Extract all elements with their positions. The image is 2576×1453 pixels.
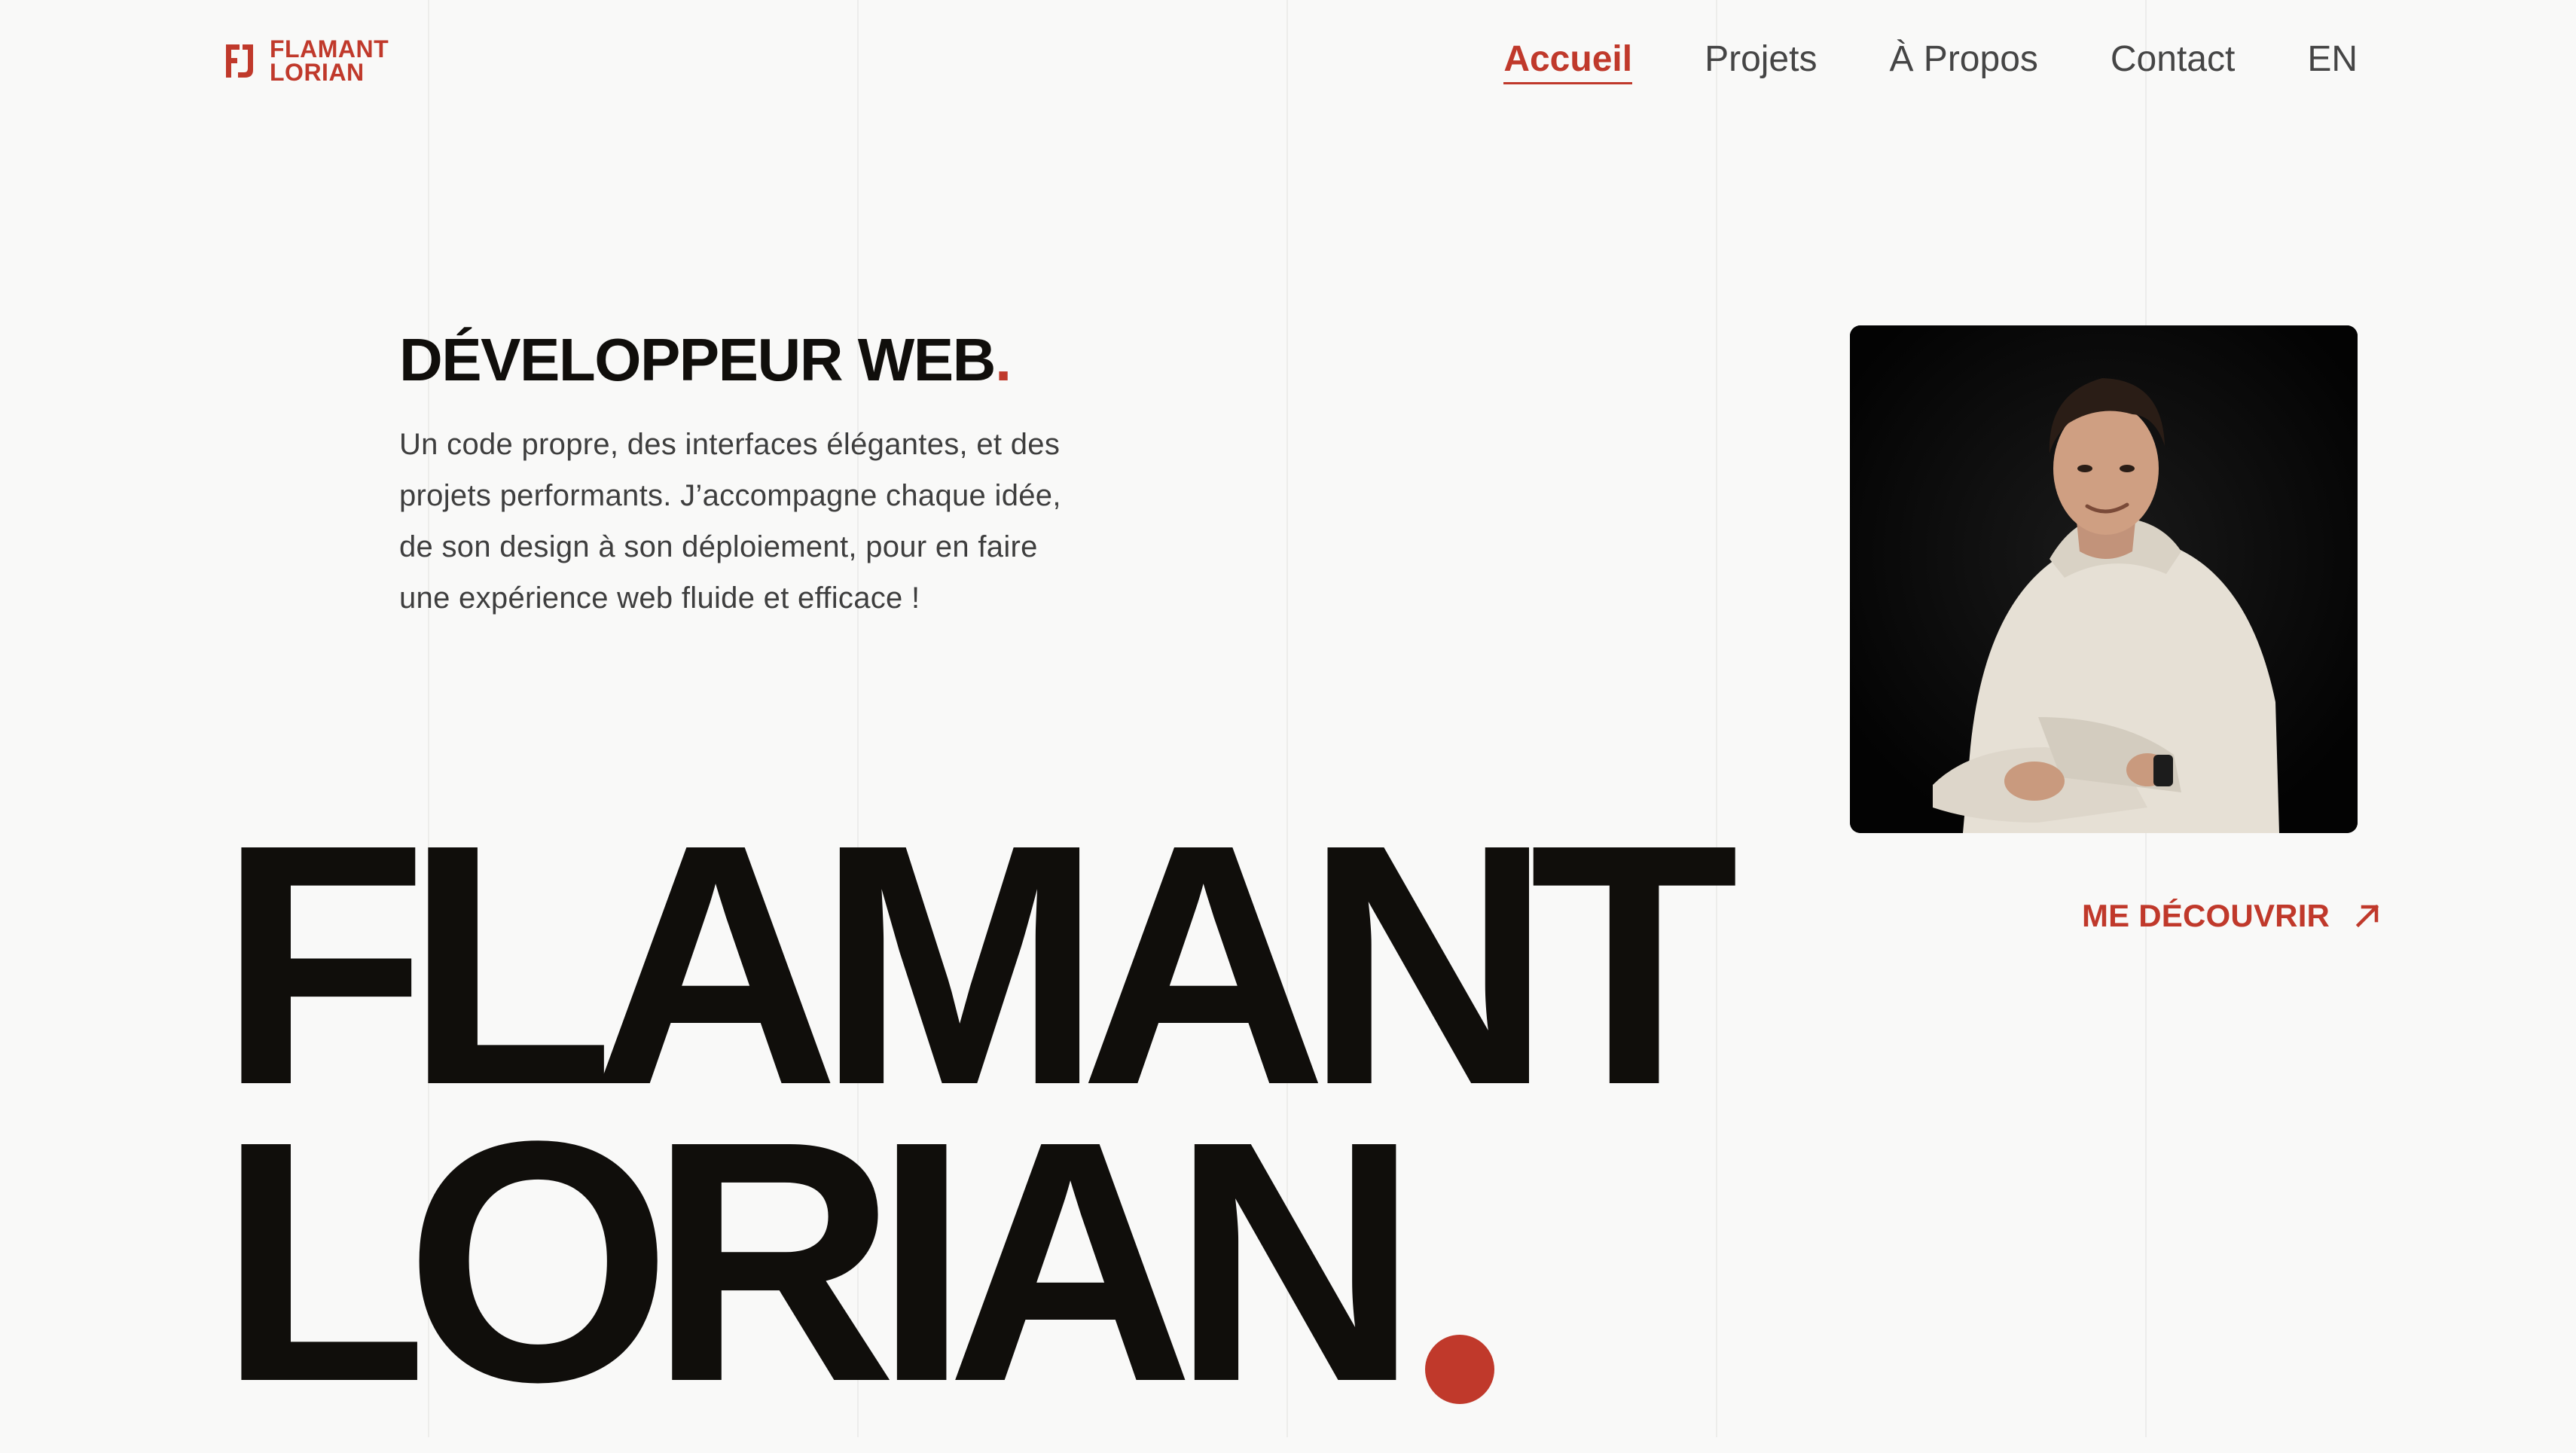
discover-me-label: ME DÉCOUVRIR bbox=[2082, 898, 2330, 933]
grid-line bbox=[1716, 0, 1717, 1437]
nav-item-accueil[interactable]: Accueil bbox=[1503, 35, 1632, 84]
logo-text: FLAMANT LORIAN bbox=[270, 35, 389, 86]
nav-item-a-propos[interactable]: À Propos bbox=[1889, 35, 2037, 84]
main-nav: Accueil Projets À Propos Contact EN bbox=[1503, 35, 2358, 84]
site-logo[interactable]: FLAMANT LORIAN bbox=[223, 35, 389, 86]
hero-name-first: FLAMANT bbox=[218, 774, 1739, 1156]
nav-item-projets[interactable]: Projets bbox=[1705, 35, 1817, 84]
role-text: DÉVELOPPEUR WEB bbox=[399, 326, 996, 393]
intro-paragraph: Un code propre, des interfaces élégantes… bbox=[399, 428, 1061, 615]
hero-name-last: LORIAN bbox=[218, 1070, 1419, 1453]
logo-line-2: LORIAN bbox=[270, 59, 365, 86]
language-switch[interactable]: EN bbox=[2307, 35, 2358, 84]
logo-line-1: FLAMANT bbox=[270, 35, 389, 63]
portrait-photo bbox=[1850, 325, 2358, 833]
role-heading: DÉVELOPPEUR WEB. bbox=[399, 322, 1012, 398]
hero-name-dot bbox=[1425, 1335, 1494, 1404]
portrait-illustration bbox=[1850, 325, 2358, 833]
arrow-up-right-icon bbox=[2355, 904, 2379, 928]
logo-mark-icon bbox=[226, 44, 253, 78]
nav-item-contact[interactable]: Contact bbox=[2111, 35, 2235, 84]
discover-me-link[interactable]: ME DÉCOUVRIR bbox=[2082, 898, 2382, 934]
role-dot: . bbox=[994, 326, 1012, 393]
